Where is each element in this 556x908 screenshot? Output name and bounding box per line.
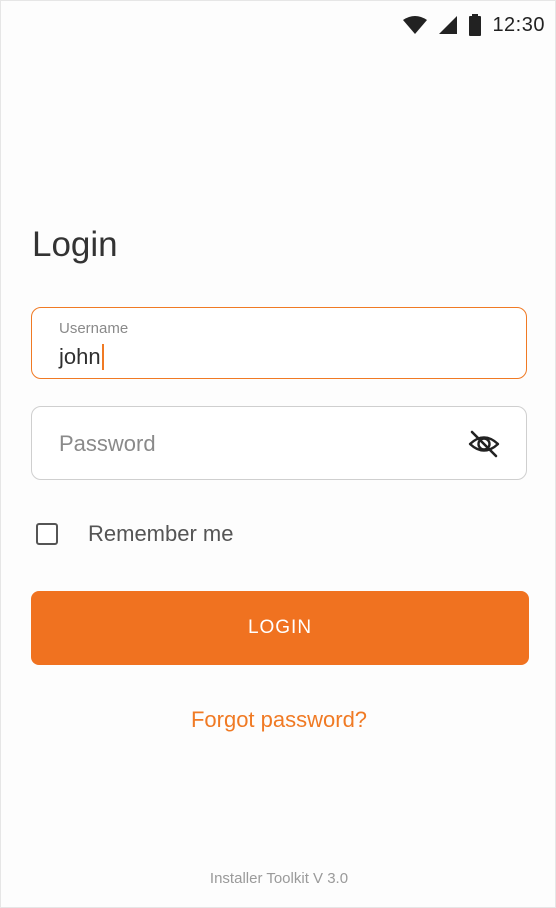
- remember-me-checkbox[interactable]: [36, 523, 58, 545]
- signal-icon: [438, 15, 458, 35]
- battery-icon: [468, 14, 482, 36]
- username-field[interactable]: Username john: [31, 307, 527, 379]
- password-field[interactable]: Password: [31, 406, 527, 480]
- username-input[interactable]: john: [59, 344, 104, 370]
- eye-off-icon[interactable]: [466, 426, 502, 462]
- login-screen: 12:30 Login Username john Password Remem…: [0, 0, 556, 908]
- username-label: Username: [59, 320, 129, 337]
- remember-me-row[interactable]: Remember me: [36, 521, 233, 547]
- username-value: john: [59, 344, 101, 369]
- wifi-icon: [402, 15, 428, 35]
- forgot-password-link[interactable]: Forgot password?: [1, 707, 555, 733]
- page-title: Login: [32, 225, 118, 264]
- status-time: 12:30: [492, 13, 545, 36]
- password-placeholder: Password: [59, 431, 156, 456]
- remember-me-label[interactable]: Remember me: [88, 521, 233, 547]
- login-button[interactable]: LOGIN: [31, 591, 529, 665]
- status-bar: 12:30: [402, 9, 545, 41]
- text-cursor: [101, 344, 104, 370]
- version-label: Installer Toolkit V 3.0: [209, 870, 349, 887]
